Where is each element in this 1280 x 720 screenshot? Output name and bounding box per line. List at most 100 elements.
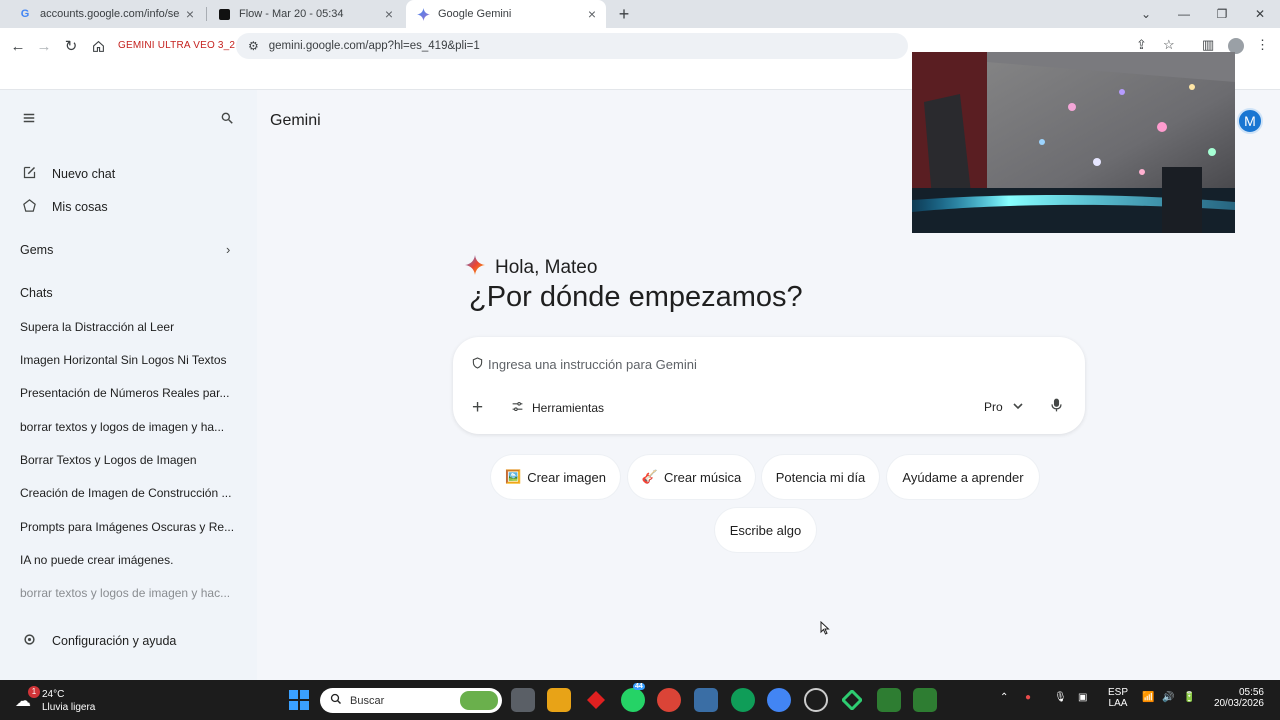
chip-label: Crear música (663, 469, 742, 485)
edit-icon (20, 165, 38, 183)
whatsapp-icon[interactable]: 44 (621, 683, 645, 712)
chat-list-item[interactable]: borrar textos y logos de imagen y hac... (20, 586, 235, 600)
task-view-icon[interactable] (511, 688, 535, 712)
microphone-icon[interactable] (1051, 398, 1062, 415)
app-gemini-shortcut-icon[interactable] (877, 688, 901, 712)
app-title[interactable]: Gemini (270, 112, 321, 130)
tab-title: accounts.google.com/info/sessi... (40, 8, 180, 20)
tab-accounts[interactable]: G accounts.google.com/info/sessi... × (8, 0, 204, 28)
windows-start-icon[interactable] (287, 688, 311, 712)
tab-gemini[interactable]: Google Gemini × (406, 0, 606, 28)
taskbar-search[interactable]: Buscar (320, 688, 502, 713)
tab-flow[interactable]: Flow - Mar 20 - 05:34 × (207, 0, 403, 28)
chrome-icon[interactable] (657, 688, 681, 712)
tray-calendar-icon[interactable]: ▣ (1078, 692, 1087, 703)
greeting-text: Hola, Mateo (495, 257, 598, 278)
chip-create-music[interactable]: 🎸 Crear música (628, 455, 755, 499)
taskbar: ☁ 1 24°C Lluvia ligera Buscar 44 ⌃ ● 🎙 ▣… (0, 680, 1280, 720)
home-icon[interactable] (88, 36, 108, 56)
chip-help-me-learn[interactable]: Ayúdame a aprender (887, 455, 1039, 499)
tab-title: Google Gemini (438, 8, 512, 20)
chats-heading: Chats (20, 286, 53, 300)
model-label: Pro (984, 400, 1003, 414)
chip-label: Escribe algo (729, 522, 802, 538)
mouse-cursor-icon (820, 620, 830, 640)
search-placeholder: Buscar (350, 694, 385, 707)
tray-overflow-icon[interactable]: ⌃ (1000, 692, 1008, 703)
shield-icon (472, 357, 483, 372)
maximize-icon[interactable]: ❐ (1203, 0, 1241, 28)
chrome-profile-icon[interactable] (731, 688, 755, 712)
tune-icon (511, 400, 524, 416)
app-green-icon[interactable] (840, 688, 864, 712)
tools-button[interactable]: Herramientas (511, 400, 604, 416)
volume-icon[interactable]: 🔊 (1162, 692, 1174, 703)
clock-date: 20/03/2026 (1213, 698, 1264, 709)
whatsapp-badge: 44 (633, 683, 645, 690)
prompt-box[interactable]: Ingresa una instrucción para Gemini + He… (453, 337, 1085, 434)
language-indicator[interactable]: ESP LAA (1108, 687, 1128, 709)
sidebar-item-new-chat[interactable]: Nuevo chat (20, 165, 115, 183)
gems-heading[interactable]: Gems (20, 243, 53, 257)
chat-list-item[interactable]: Supera la Distracción al Leer (20, 320, 235, 334)
model-selector[interactable]: Pro (984, 400, 1023, 414)
clock[interactable]: 05:56 20/03/2026 (1212, 687, 1264, 709)
webcam-image (912, 52, 1235, 233)
close-tab-icon[interactable]: × (385, 6, 393, 22)
chevron-right-icon[interactable]: › (226, 242, 230, 257)
new-tab-button[interactable]: + (614, 3, 634, 25)
reload-icon[interactable]: ↻ (61, 36, 81, 56)
google-g-icon: G (20, 8, 30, 20)
tab-title: Flow - Mar 20 - 05:34 (239, 8, 344, 20)
greeting: Hola, Mateo (465, 255, 597, 281)
tray-security-icon[interactable]: ● (1025, 692, 1031, 703)
address-bar[interactable]: ⚙ gemini.google.com/app?hl=es_419&pli=1 (236, 33, 908, 59)
wifi-icon[interactable]: 📶 (1142, 692, 1154, 703)
battery-icon[interactable]: 🔋 (1183, 692, 1195, 703)
clock-time: 05:56 (1238, 687, 1264, 698)
prompt-input[interactable]: Ingresa una instrucción para Gemini (472, 357, 697, 372)
sidebar-item-my-stuff[interactable]: Mis cosas (20, 198, 108, 216)
side-panel-icon[interactable]: ▥ (1202, 37, 1214, 53)
add-attachment-button[interactable]: + (472, 397, 483, 419)
bookmark-gemini-ultra[interactable]: GEMINI ULTRA VEO 3_2 (118, 40, 235, 51)
chat-list-item[interactable]: IA no puede crear imágenes. (20, 553, 235, 567)
close-window-icon[interactable]: ✕ (1241, 0, 1279, 28)
chrome-profile-2-icon[interactable] (767, 688, 791, 712)
close-tab-icon[interactable]: × (186, 6, 194, 22)
hamburger-menu-icon[interactable] (22, 111, 36, 129)
sidebar-item-label: Mis cosas (52, 200, 108, 214)
chat-list-item[interactable]: borrar textos y logos de imagen y ha... (20, 420, 235, 434)
minimize-icon[interactable]: — (1165, 0, 1203, 28)
tray-mic-icon[interactable]: 🎙 (1054, 692, 1067, 703)
bookmark-star-icon[interactable]: ☆ (1163, 37, 1175, 53)
chat-list-item[interactable]: Creación de Imagen de Construcción ... (20, 486, 235, 500)
back-icon[interactable]: ← (8, 36, 28, 56)
site-info-icon[interactable]: ⚙ (248, 39, 259, 53)
search-icon[interactable] (220, 111, 234, 129)
tab-search-icon[interactable]: ⌄ (1127, 0, 1165, 28)
guitar-icon: 🎸 (641, 469, 658, 484)
app-red-diamond-icon[interactable] (584, 688, 608, 712)
chat-list-item[interactable]: Borrar Textos y Logos de Imagen (20, 453, 235, 467)
chevron-down-icon (1013, 402, 1023, 413)
chat-list-item[interactable]: Imagen Horizontal Sin Logos Ni Textos (20, 353, 235, 367)
chip-create-image[interactable]: 🖼️ Crear imagen (491, 455, 620, 499)
chat-list-item[interactable]: Presentación de Números Reales par... (20, 386, 235, 400)
file-explorer-icon[interactable] (547, 688, 571, 712)
close-tab-icon[interactable]: × (588, 6, 596, 22)
gemini-spark-icon (416, 7, 430, 21)
chat-list-item[interactable]: Prompts para Imágenes Oscuras y Re... (20, 520, 235, 534)
chatgpt-icon[interactable] (804, 688, 828, 712)
webcam-overlay (912, 52, 1235, 233)
settings-and-help[interactable]: Configuración y ayuda (20, 632, 176, 650)
share-icon[interactable]: ⇪ (1136, 37, 1147, 53)
forward-icon[interactable]: → (34, 36, 54, 56)
app-shortcut-icon[interactable] (913, 688, 937, 712)
avatar[interactable]: M (1237, 108, 1263, 134)
prompt-placeholder: Ingresa una instrucción para Gemini (488, 357, 697, 372)
chip-boost-my-day[interactable]: Potencia mi día (762, 455, 879, 499)
screen-app-icon[interactable] (694, 688, 718, 712)
menu-kebab-icon[interactable]: ⋮ (1256, 37, 1269, 53)
chip-write-something[interactable]: Escribe algo (715, 508, 816, 552)
